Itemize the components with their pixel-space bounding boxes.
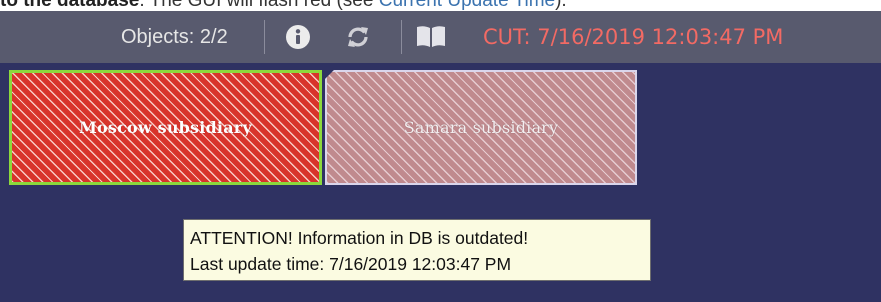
toolbar-separator <box>401 20 402 54</box>
map-object-label: Samara subsidiary <box>403 118 559 137</box>
tooltip-line: ATTENTION! Information in DB is outdated… <box>190 228 529 248</box>
bold-text: to the database <box>0 0 140 11</box>
doc-text-end: ). <box>555 0 567 11</box>
objects-count: Objects: 2/2 <box>121 26 228 48</box>
map-object-samara-subsidiary[interactable]: Samara subsidiary <box>325 70 637 185</box>
toolbar-separator <box>264 20 265 54</box>
map-window: Objects: 2/2 CUT: 7/16/2019 12:03:47 PM … <box>0 11 881 302</box>
info-icon[interactable] <box>285 24 311 50</box>
current-update-time-link[interactable]: Current Update Time <box>379 0 555 11</box>
book-icon[interactable] <box>415 25 447 49</box>
cut-timestamp: CUT: 7/16/2019 12:03:47 PM <box>483 25 784 49</box>
toolbar: Objects: 2/2 CUT: 7/16/2019 12:03:47 PM <box>0 11 881 63</box>
outdated-db-tooltip: ATTENTION! Information in DB is outdated… <box>183 219 651 281</box>
doc-text: . The GUI will flash red (see <box>139 0 379 11</box>
refresh-icon[interactable] <box>345 24 371 50</box>
map-object-label: Moscow subsidiary <box>79 118 252 137</box>
document-text-line: to the database. The GUI will flash red … <box>0 0 881 11</box>
map-object-moscow-subsidiary[interactable]: Moscow subsidiary <box>9 70 322 185</box>
tooltip-line: Last update time: 7/16/2019 12:03:47 PM <box>190 254 512 274</box>
